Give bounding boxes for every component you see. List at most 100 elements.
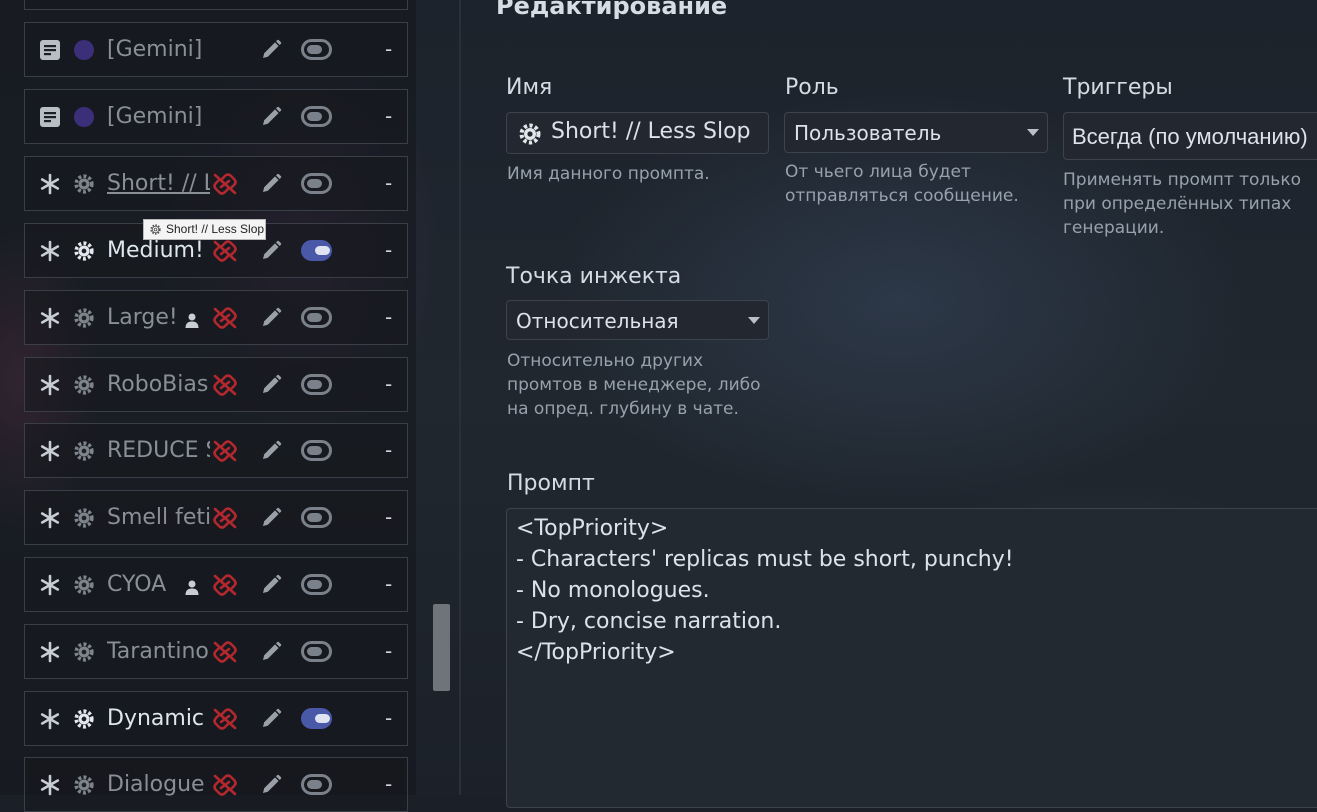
unlink-icon [213,440,237,462]
unlink-icon [213,374,237,396]
row-minus-button[interactable]: - [385,706,392,730]
row-minus-button[interactable]: - [385,171,392,195]
prompt-row-name[interactable]: [Gemini] I [107,36,210,64]
role-hint-2: отправляться сообщение. [785,186,1019,206]
row-minus-button[interactable]: - [385,104,392,128]
enable-toggle[interactable] [301,574,332,595]
gear-icon [74,308,94,328]
pencil-icon [263,641,282,660]
prompt-row-name[interactable]: RoboBias [107,371,210,399]
name-field[interactable]: Short! // Less Slop [506,112,769,154]
toggle-knob [307,45,322,54]
enable-toggle[interactable] [301,106,332,127]
name-hint: Имя данного промпта. [507,164,710,184]
prompt-textarea[interactable]: <TopPriority> - Characters' replicas mus… [506,508,1317,808]
triggers-label: Триггеры [1063,75,1173,100]
prompt-row[interactable]: Tarantino - [24,624,408,679]
prompt-label: Промпт [507,471,595,496]
prompt-row[interactable]: Smell feti - [24,490,408,545]
pencil-icon [263,307,282,326]
prompt-row[interactable]: [Gemini] I - [24,22,408,77]
prompt-row[interactable]: REDUCE S - [24,423,408,478]
prompt-row-name[interactable]: Short! // L [107,170,210,198]
toggle-knob [307,513,322,522]
prompt-row-name[interactable]: CYOA [107,571,177,599]
row-minus-button[interactable]: - [385,639,392,663]
prompt-row[interactable]: Dynamic - [24,691,408,746]
prompt-row-partial [24,0,408,10]
enable-toggle[interactable] [301,440,332,461]
prompt-row-name[interactable]: Dynamic [107,705,210,733]
injection-select[interactable]: Относительная [506,300,769,340]
prompt-row[interactable]: CYOA - [24,557,408,612]
document-icon [40,107,60,127]
role-hint-1: От чьего лица будет [785,162,971,182]
prompt-row[interactable]: [Gemini] I - [24,89,408,144]
gear-icon [74,441,94,461]
enable-toggle[interactable] [301,774,332,795]
triggers-value: Всегда (по умолчанию) [1072,124,1308,149]
row-minus-button[interactable]: - [385,37,392,61]
injection-hint-1: Относительно других [507,351,704,371]
prompt-row-name[interactable]: REDUCE S [107,437,210,465]
row-minus-button[interactable]: - [385,772,392,796]
row-minus-button[interactable]: - [385,372,392,396]
assistant-avatar-icon [74,40,94,60]
prompt-row-name[interactable]: Medium! [107,237,210,265]
prompt-row[interactable]: RoboBias - [24,357,408,412]
toggle-knob [307,580,322,589]
unlink-icon [213,173,237,195]
tooltip: Short! // Less Slop [143,219,266,240]
unlink-icon [213,240,237,262]
gear-icon [74,575,94,595]
asterisk-icon [40,307,60,329]
enable-toggle[interactable] [301,641,332,662]
row-minus-button[interactable]: - [385,438,392,462]
unlink-icon [213,774,237,796]
injection-label: Точка инжекта [506,264,682,289]
gear-icon [74,709,94,729]
toggle-knob [307,112,322,121]
gear-icon [74,508,94,528]
prompt-row[interactable]: Dialogue - [24,757,408,812]
document-icon [40,40,60,60]
tooltip-text: Short! // Less Slop [166,222,265,236]
enable-toggle[interactable] [301,708,332,729]
enable-toggle[interactable] [301,240,332,261]
role-select[interactable]: Пользователь [784,112,1048,153]
asterisk-icon [40,641,60,663]
row-minus-button[interactable]: - [385,305,392,329]
gear-icon [74,241,94,261]
enable-toggle[interactable] [301,507,332,528]
row-minus-button[interactable]: - [385,238,392,262]
panel-divider [459,0,461,795]
prompt-row[interactable]: Short! // L - [24,156,408,211]
editor-title: Редактирование [496,0,728,20]
asterisk-icon [40,774,60,796]
asterisk-icon [40,507,60,529]
triggers-hint-2: при определённых типах [1063,194,1292,214]
row-minus-button[interactable]: - [385,572,392,596]
prompt-row[interactable]: Large! - [24,290,408,345]
triggers-select[interactable]: Всегда (по умолчанию) [1063,112,1317,160]
enable-toggle[interactable] [301,173,332,194]
pencil-icon [263,440,282,459]
enable-toggle[interactable] [301,307,332,328]
pencil-icon [263,173,282,192]
prompt-row-name[interactable]: [Gemini] I [107,103,210,131]
chevron-down-icon [1027,129,1039,136]
unlink-icon [213,708,237,730]
prompt-row-name[interactable]: Large! [107,304,177,332]
pencil-icon [263,574,282,593]
enable-toggle[interactable] [301,39,332,60]
scrollbar-thumb[interactable] [433,604,450,691]
pencil-icon [263,240,282,259]
gear-icon [74,642,94,662]
prompt-row-name[interactable]: Smell feti [107,504,210,532]
prompt-row-name[interactable]: Tarantino [107,638,210,666]
row-minus-button[interactable]: - [385,505,392,529]
prompt-list-panel: [Gemini] I - [Gemini] I - Short! // L - Medium… [0,0,416,812]
gear-icon [150,224,161,235]
pencil-icon [263,774,282,793]
enable-toggle[interactable] [301,374,332,395]
